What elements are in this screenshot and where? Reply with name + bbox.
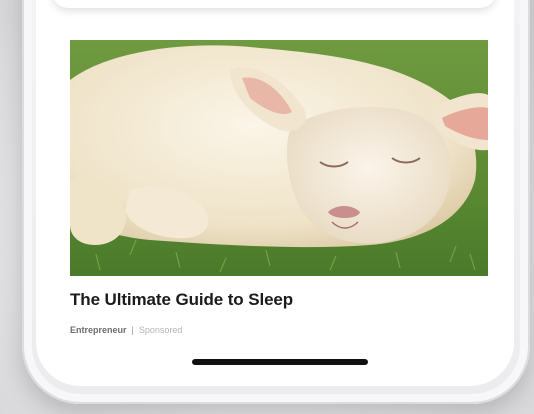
home-indicator[interactable]	[192, 359, 368, 365]
lamb-photo	[70, 40, 488, 276]
previous-card[interactable]	[52, 0, 496, 8]
sponsored-label: Sponsored	[138, 325, 183, 335]
article-image[interactable]	[70, 40, 488, 276]
article-source[interactable]: Entrepreneur	[70, 325, 127, 335]
article-meta: Entrepreneur | Sponsored	[70, 325, 182, 335]
meta-separator: |	[131, 325, 134, 335]
article-title[interactable]: The Ultimate Guide to Sleep	[70, 290, 293, 310]
